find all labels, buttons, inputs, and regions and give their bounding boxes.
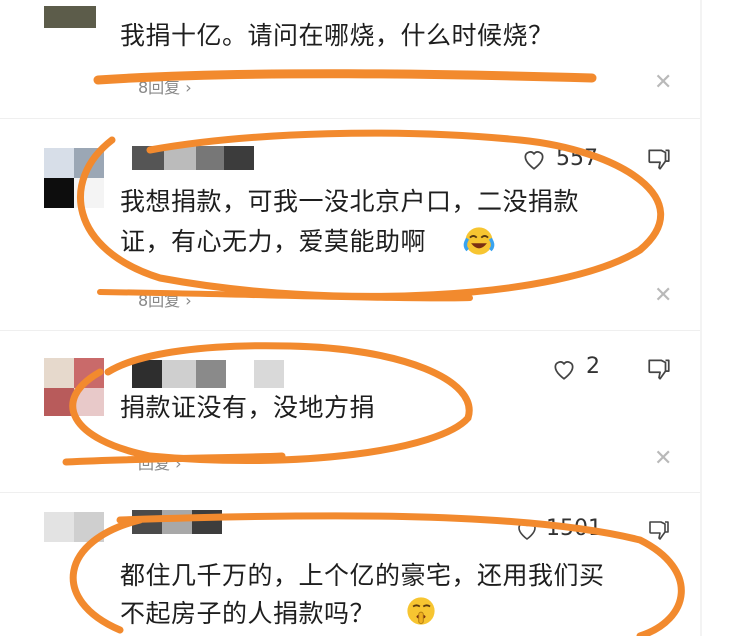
close-icon[interactable]: ✕ (654, 283, 672, 308)
reply-link[interactable]: 8回复 › (138, 74, 192, 98)
divider (0, 330, 700, 331)
reply-link[interactable]: 回复 › (138, 450, 182, 474)
close-icon[interactable]: ✕ (654, 70, 672, 95)
heart-outline-icon[interactable] (550, 356, 578, 382)
comment-text-line-1: 都住几千万的，上个亿的豪宅，还用我们买 (120, 561, 605, 590)
screen-edge (700, 0, 702, 636)
like-count: 2 (586, 354, 600, 379)
comment-text-line-2: 证，有心无力，爱莫能助啊 (120, 227, 427, 256)
thumbs-down-icon[interactable] (646, 146, 672, 172)
thumbs-down-icon[interactable] (646, 356, 672, 382)
crying-laughing-emoji-icon (463, 227, 495, 255)
heart-outline-icon[interactable] (514, 518, 540, 542)
heart-outline-icon[interactable] (520, 146, 548, 172)
divider (0, 492, 700, 493)
like-count: 557 (556, 146, 598, 171)
highlight-annotations (62, 69, 685, 636)
divider (0, 118, 700, 119)
reply-link[interactable]: 8回复 › (138, 287, 192, 311)
comment-text: 我捐十亿。请问在哪烧，什么时候烧？ (120, 21, 554, 50)
thumbs-down-icon[interactable] (646, 518, 672, 542)
comment-text-line-1: 我想捐款，可我一没北京户口，二没捐款 (120, 187, 580, 216)
like-count: 1501 (546, 516, 602, 541)
thinking-shush-emoji-icon (407, 597, 435, 625)
comment-text-line-2: 不起房子的人捐款吗？ (120, 599, 376, 628)
comment-text: 捐款证没有，没地方捐 (120, 393, 376, 422)
avatar[interactable] (44, 6, 96, 28)
close-icon[interactable]: ✕ (654, 446, 672, 471)
